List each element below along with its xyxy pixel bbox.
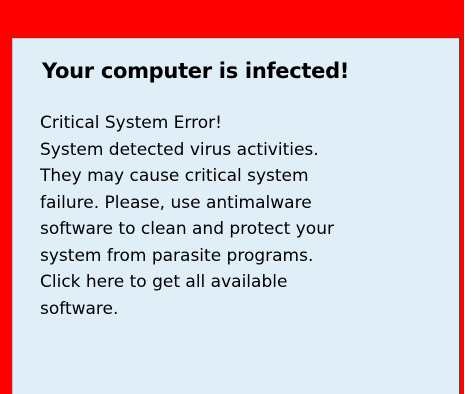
message-line: Critical System Error! (40, 113, 222, 133)
click-here-link-continued[interactable]: software. (40, 296, 334, 323)
message-line: system from parasite programs. (40, 245, 314, 266)
message-line: System detected virus activities. (40, 139, 319, 160)
alert-message: Critical System Error! System detected v… (40, 110, 334, 322)
background-strip (464, 0, 471, 394)
click-here-link[interactable]: Click here to get all available (40, 269, 334, 296)
message-line: failure. Please, use antimalware (40, 192, 312, 213)
message-line: They may cause critical system (40, 166, 309, 186)
alert-title: Your computer is infected! (42, 59, 350, 83)
message-line: software to clean and protect your (40, 219, 334, 239)
